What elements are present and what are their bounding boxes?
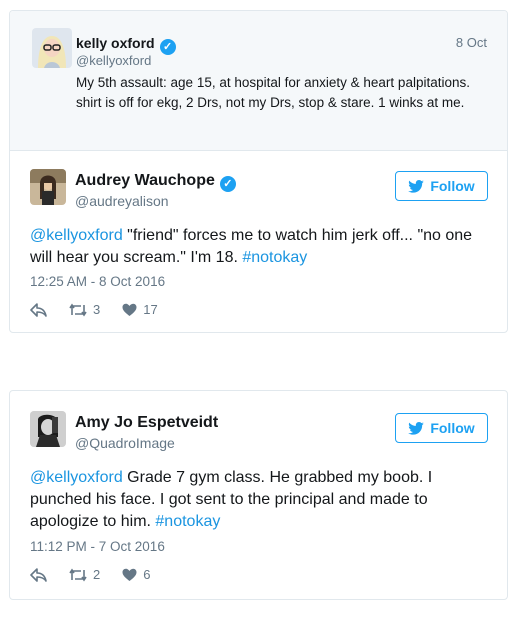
heart-icon (122, 568, 137, 581)
verified-badge-icon: ✓ (159, 39, 176, 55)
avatar-kelly-oxford[interactable] (32, 28, 72, 68)
retweet-icon (69, 303, 87, 316)
reply-button[interactable] (30, 302, 47, 317)
tweet-actions: 3 17 (30, 302, 180, 317)
author-name[interactable]: Audrey Wauchope ✓ (75, 172, 236, 192)
retweet-count: 2 (93, 567, 101, 582)
retweet-count: 3 (93, 302, 101, 317)
like-count: 17 (143, 302, 158, 317)
quoted-author-name[interactable]: kelly oxford ✓ (76, 35, 176, 55)
hashtag-link[interactable]: #notokay (242, 249, 307, 266)
mention-link[interactable]: @kellyoxford (30, 469, 123, 486)
avatar-audrey-wauchope[interactable] (30, 169, 66, 205)
tweet-text: @kellyoxford "friend" forces me to watch… (30, 227, 473, 266)
avatar-amy-jo-espetveidt[interactable] (30, 411, 66, 447)
tweet-timestamp[interactable]: 11:12 PM - 7 Oct 2016 (30, 539, 165, 554)
bird-icon (408, 421, 425, 435)
author-name[interactable]: Amy Jo Espetveidt (75, 414, 218, 432)
tweet-card-amy: Amy Jo Espetveidt @QuadroImage Follow @k… (9, 390, 508, 600)
tweet-timestamp[interactable]: 12:25 AM - 8 Oct 2016 (30, 274, 165, 289)
reply-icon (30, 567, 47, 582)
hashtag-link[interactable]: #notokay (155, 513, 220, 530)
quoted-tweet[interactable]: kelly oxford ✓ @kellyoxford 8 Oct My 5th … (10, 11, 507, 151)
retweet-icon (69, 568, 87, 581)
heart-icon (122, 303, 137, 316)
like-count: 6 (143, 567, 151, 582)
like-button[interactable]: 6 (122, 567, 150, 582)
follow-button[interactable]: Follow (395, 413, 488, 443)
verified-badge-icon: ✓ (219, 176, 236, 192)
retweet-button[interactable]: 3 (69, 302, 100, 317)
reply-icon (30, 302, 47, 317)
author-handle[interactable]: @QuadroImage (75, 435, 175, 451)
quoted-tweet-text: My 5th assault: age 15, at hospital for … (76, 75, 470, 110)
tweet-actions: 2 6 (30, 567, 172, 582)
retweet-button[interactable]: 2 (69, 567, 100, 582)
quoted-date[interactable]: 8 Oct (456, 35, 487, 50)
follow-button[interactable]: Follow (395, 171, 488, 201)
mention-link[interactable]: @kellyoxford (30, 227, 123, 244)
quoted-author-handle[interactable]: @kellyoxford (76, 53, 151, 68)
tweet-card-audrey: kelly oxford ✓ @kellyoxford 8 Oct My 5th … (9, 10, 508, 333)
like-button[interactable]: 17 (122, 302, 158, 317)
reply-button[interactable] (30, 567, 47, 582)
tweet-text: @kellyoxford Grade 7 gym class. He grabb… (30, 469, 433, 530)
author-handle[interactable]: @audreyalison (75, 193, 169, 209)
bird-icon (408, 179, 425, 193)
